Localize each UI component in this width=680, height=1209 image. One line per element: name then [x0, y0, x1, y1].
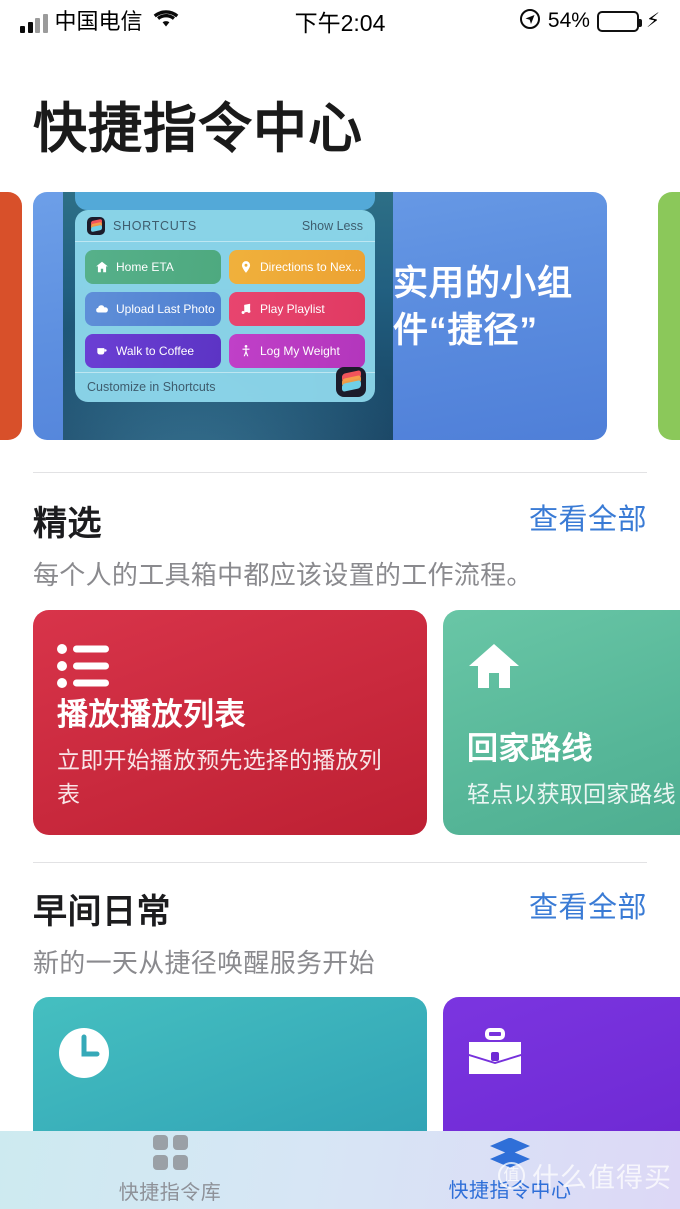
card-body: 播放播放列表 立即开始播放预先选择的播放列表 — [57, 696, 403, 809]
card-title: 回家路线 — [467, 730, 593, 766]
see-all-morning-button[interactable]: 查看全部 — [529, 884, 647, 926]
coffee-cup-icon — [94, 343, 109, 358]
card-subtitle: 立即开始播放预先选择的播放列表 — [57, 747, 382, 807]
widget-button-grid: Home ETA Directions to Nex... Upload Las… — [75, 242, 375, 372]
banner-carousel[interactable]: SHORTCUTS Show Less Home ETA Directions … — [0, 192, 680, 440]
app-screen: 中国电信 下午2:04 54% ⚡ 快捷指令中心 SHORTCUTS Show … — [0, 0, 680, 1209]
carousel-peek-left[interactable] — [0, 192, 22, 440]
banner-card-widget[interactable]: SHORTCUTS Show Less Home ETA Directions … — [33, 192, 607, 440]
tab-shortcuts-center[interactable]: 快捷指令中心 — [340, 1131, 680, 1209]
location-arrow-icon — [519, 8, 541, 35]
section-featured-header: 精选 查看全部 每个人的工具箱中都应该设置的工作流程。 — [33, 496, 647, 592]
card-title: 播放播放列表 — [57, 696, 246, 732]
section-morning-header: 早间日常 查看全部 新的一天从捷径唤醒服务开始 — [33, 884, 647, 980]
banner-screenshot: SHORTCUTS Show Less Home ETA Directions … — [63, 192, 393, 440]
card-subtitle: 轻点以获取回家路线 — [467, 781, 676, 807]
widget-app-name: SHORTCUTS — [113, 218, 197, 233]
tab-shortcuts-library[interactable]: 快捷指令库 — [0, 1131, 340, 1209]
layers-icon — [490, 1137, 530, 1168]
shortcut-card-play-playlist[interactable]: 播放播放列表 立即开始播放预先选择的播放列表 — [33, 610, 427, 835]
briefcase-icon — [467, 1023, 527, 1083]
battery-icon — [596, 10, 642, 32]
house-icon — [467, 636, 527, 696]
widget-button-label: Directions to Nex... — [260, 259, 362, 274]
status-bar: 中国电信 下午2:04 54% ⚡ — [0, 0, 680, 42]
section-subtitle: 新的一天从捷径唤醒服务开始 — [33, 948, 375, 978]
shortcuts-widget: SHORTCUTS Show Less Home ETA Directions … — [75, 210, 375, 402]
widget-button-directions[interactable]: Directions to Nex... — [229, 249, 365, 284]
widget-button-log-weight[interactable]: Log My Weight — [229, 333, 365, 368]
widget-button-label: Log My Weight — [260, 343, 340, 358]
carousel-peek-right[interactable] — [658, 192, 680, 440]
section-title: 精选 — [33, 505, 102, 543]
see-all-featured-button[interactable]: 查看全部 — [529, 496, 647, 538]
tab-label: 快捷指令中心 — [448, 1179, 572, 1202]
card-body: 回家路线 轻点以获取回家路线 — [467, 730, 680, 809]
page-title: 快捷指令中心 — [33, 99, 363, 159]
widget-button-home-eta[interactable]: Home ETA — [85, 249, 221, 284]
widget-button-play-playlist[interactable]: Play Playlist — [229, 291, 365, 326]
lightning-bolt-icon: ⚡ — [645, 10, 660, 32]
bulleted-list-icon — [57, 636, 117, 696]
map-pin-icon — [238, 259, 253, 274]
music-note-icon — [238, 301, 253, 316]
widget-button-upload-photo[interactable]: Upload Last Photo — [85, 291, 221, 326]
tab-label: 快捷指令库 — [118, 1182, 222, 1204]
widget-card-above — [75, 192, 375, 210]
shortcut-card-home-route[interactable]: 回家路线 轻点以获取回家路线 — [443, 610, 680, 835]
section-subtitle: 每个人的工具箱中都应该设置的工作流程。 — [33, 560, 533, 590]
clock-icon — [57, 1023, 117, 1083]
show-less-button[interactable]: Show Less — [302, 219, 363, 233]
widget-button-label: Walk to Coffee — [116, 343, 195, 358]
widget-button-walk-to-coffee[interactable]: Walk to Coffee — [85, 333, 221, 368]
widget-footer[interactable]: Customize in Shortcuts — [75, 366, 375, 402]
house-icon — [94, 259, 109, 274]
section-divider-2 — [33, 862, 647, 863]
shortcuts-app-icon — [87, 216, 105, 235]
widget-header: SHORTCUTS Show Less — [75, 210, 375, 241]
section-title: 早间日常 — [33, 893, 171, 931]
widget-button-label: Upload Last Photo — [116, 301, 215, 316]
tab-bar: 快捷指令库 快捷指令中心 — [0, 1131, 680, 1209]
widget-button-label: Play Playlist — [260, 301, 325, 316]
section-divider-1 — [33, 472, 647, 473]
grid-icon — [152, 1135, 188, 1170]
shortcuts-app-icon-footer — [336, 366, 366, 397]
widget-button-label: Home ETA — [116, 259, 174, 274]
banner-headline: 实用的小组件“捷径” — [393, 264, 574, 351]
customize-in-shortcuts-label: Customize in Shortcuts — [87, 380, 216, 395]
battery-percent-label: 54% — [547, 9, 590, 32]
status-bar-right: 54% ⚡ — [519, 8, 660, 35]
cloud-icon — [94, 301, 109, 316]
person-icon — [238, 343, 253, 358]
